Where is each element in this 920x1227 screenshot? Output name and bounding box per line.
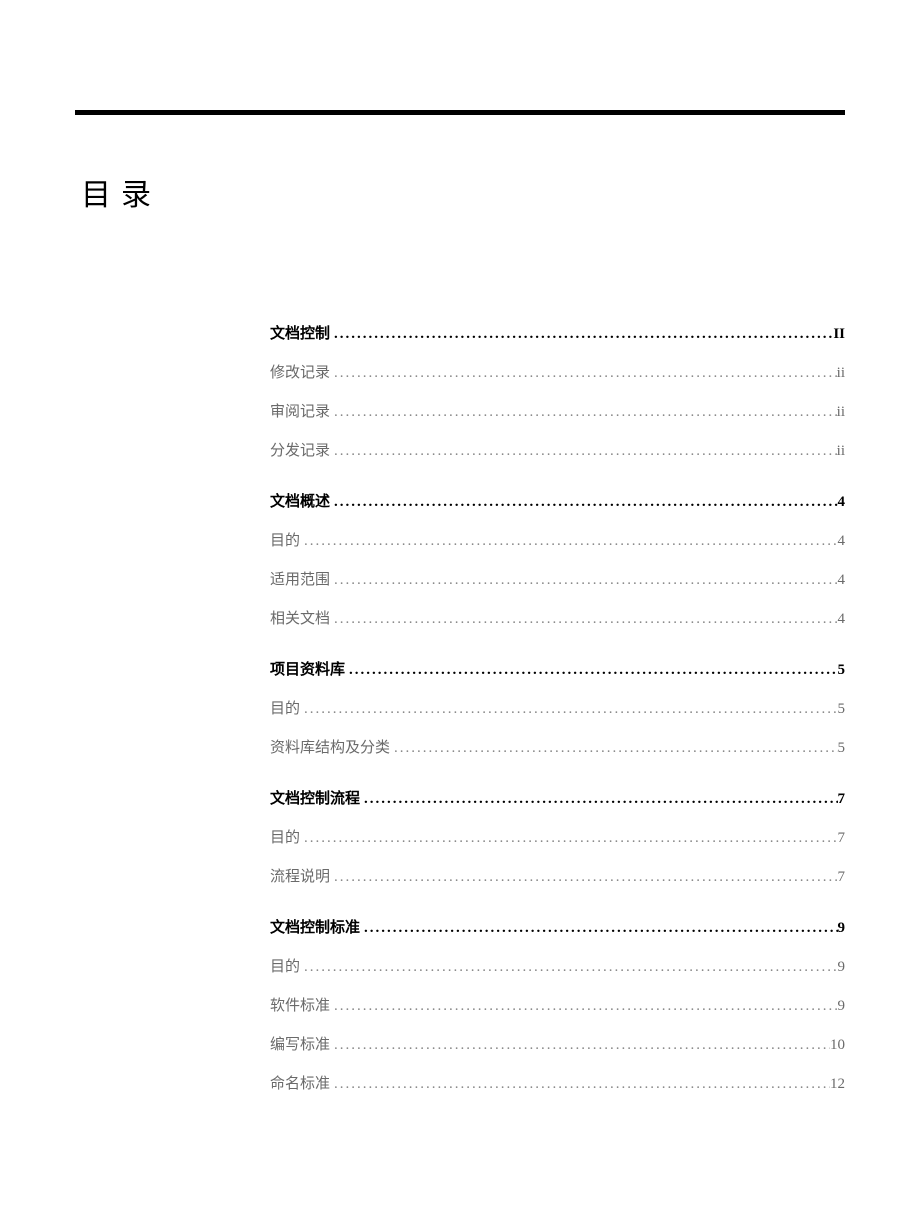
toc-item: 分发记录 ii [270,441,845,462]
toc-heading-page: II [833,324,845,345]
toc-item-page: 10 [830,1035,845,1056]
toc-dots [360,789,837,810]
toc-item-page: 7 [838,828,846,849]
toc-item-page: 4 [838,531,846,552]
toc-item-label: 修改记录 [270,363,330,384]
toc-heading-label: 文档概述 [270,492,330,513]
toc-dots [345,660,837,681]
toc-item-label: 命名标准 [270,1074,330,1095]
toc-heading: 文档概述 4 [270,492,845,513]
toc-item: 相关文档 4 [270,609,845,630]
toc-item-page: 4 [838,609,846,630]
toc-section: 文档控制 II 修改记录 ii 审阅记录 ii 分发记录 ii [270,324,845,462]
toc-item-label: 目的 [270,531,300,552]
toc-item-label: 适用范围 [270,570,330,591]
toc-dots [330,441,837,462]
toc-heading: 文档控制标准 9 [270,918,845,939]
toc-heading: 文档控制 II [270,324,845,345]
top-rule [75,110,845,115]
document-page: 目录 文档控制 II 修改记录 ii 审阅记录 ii 分发记录 ii [0,0,920,1185]
toc-item: 编写标准 10 [270,1035,845,1056]
toc-item: 目的 4 [270,531,845,552]
toc-section: 文档概述 4 目的 4 适用范围 4 相关文档 4 [270,492,845,630]
toc-dots [300,957,837,978]
toc-item-label: 目的 [270,828,300,849]
table-of-contents: 文档控制 II 修改记录 ii 审阅记录 ii 分发记录 ii 文 [270,324,845,1095]
toc-heading-label: 项目资料库 [270,660,345,681]
toc-item-label: 目的 [270,957,300,978]
toc-heading: 文档控制流程 7 [270,789,845,810]
toc-item: 目的 5 [270,699,845,720]
toc-dots [300,699,837,720]
toc-item-page: ii [837,363,845,384]
toc-item-page: 7 [838,867,846,888]
toc-item-page: 9 [838,996,846,1017]
toc-dots [330,363,837,384]
toc-item-label: 编写标准 [270,1035,330,1056]
toc-item-page: 12 [830,1074,845,1095]
toc-dots [330,1074,830,1095]
toc-dots [360,918,837,939]
toc-item-label: 分发记录 [270,441,330,462]
toc-heading-label: 文档控制标准 [270,918,360,939]
toc-dots [330,1035,830,1056]
toc-heading-label: 文档控制 [270,324,330,345]
toc-section: 文档控制标准 9 目的 9 软件标准 9 编写标准 10 命名标准 [270,918,845,1095]
toc-item-label: 相关文档 [270,609,330,630]
toc-item: 软件标准 9 [270,996,845,1017]
toc-dots [330,570,837,591]
toc-item: 修改记录 ii [270,363,845,384]
toc-heading: 项目资料库 5 [270,660,845,681]
toc-item: 命名标准 12 [270,1074,845,1095]
toc-dots [330,609,837,630]
toc-heading-label: 文档控制流程 [270,789,360,810]
toc-dots [300,828,837,849]
toc-dots [390,738,837,759]
toc-item-label: 审阅记录 [270,402,330,423]
toc-heading-page: 9 [838,918,846,939]
toc-item-page: ii [837,402,845,423]
toc-item-page: 4 [838,570,846,591]
toc-item: 目的 9 [270,957,845,978]
toc-item: 流程说明 7 [270,867,845,888]
toc-dots [330,402,837,423]
toc-item: 审阅记录 ii [270,402,845,423]
toc-item: 目的 7 [270,828,845,849]
toc-item-page: 5 [838,738,846,759]
toc-item-label: 流程说明 [270,867,330,888]
toc-section: 项目资料库 5 目的 5 资料库结构及分类 5 [270,660,845,759]
page-title: 目录 [81,170,845,214]
toc-item-page: 9 [838,957,846,978]
toc-heading-page: 7 [838,789,846,810]
toc-dots [330,324,833,345]
toc-item-page: ii [837,441,845,462]
toc-heading-page: 4 [838,492,846,513]
toc-item-label: 目的 [270,699,300,720]
toc-item: 资料库结构及分类 5 [270,738,845,759]
toc-dots [330,996,837,1017]
toc-item-label: 软件标准 [270,996,330,1017]
toc-heading-page: 5 [838,660,846,681]
toc-dots [300,531,837,552]
toc-item-page: 5 [838,699,846,720]
toc-dots [330,867,837,888]
toc-item-label: 资料库结构及分类 [270,738,390,759]
toc-item: 适用范围 4 [270,570,845,591]
toc-dots [330,492,837,513]
toc-section: 文档控制流程 7 目的 7 流程说明 7 [270,789,845,888]
